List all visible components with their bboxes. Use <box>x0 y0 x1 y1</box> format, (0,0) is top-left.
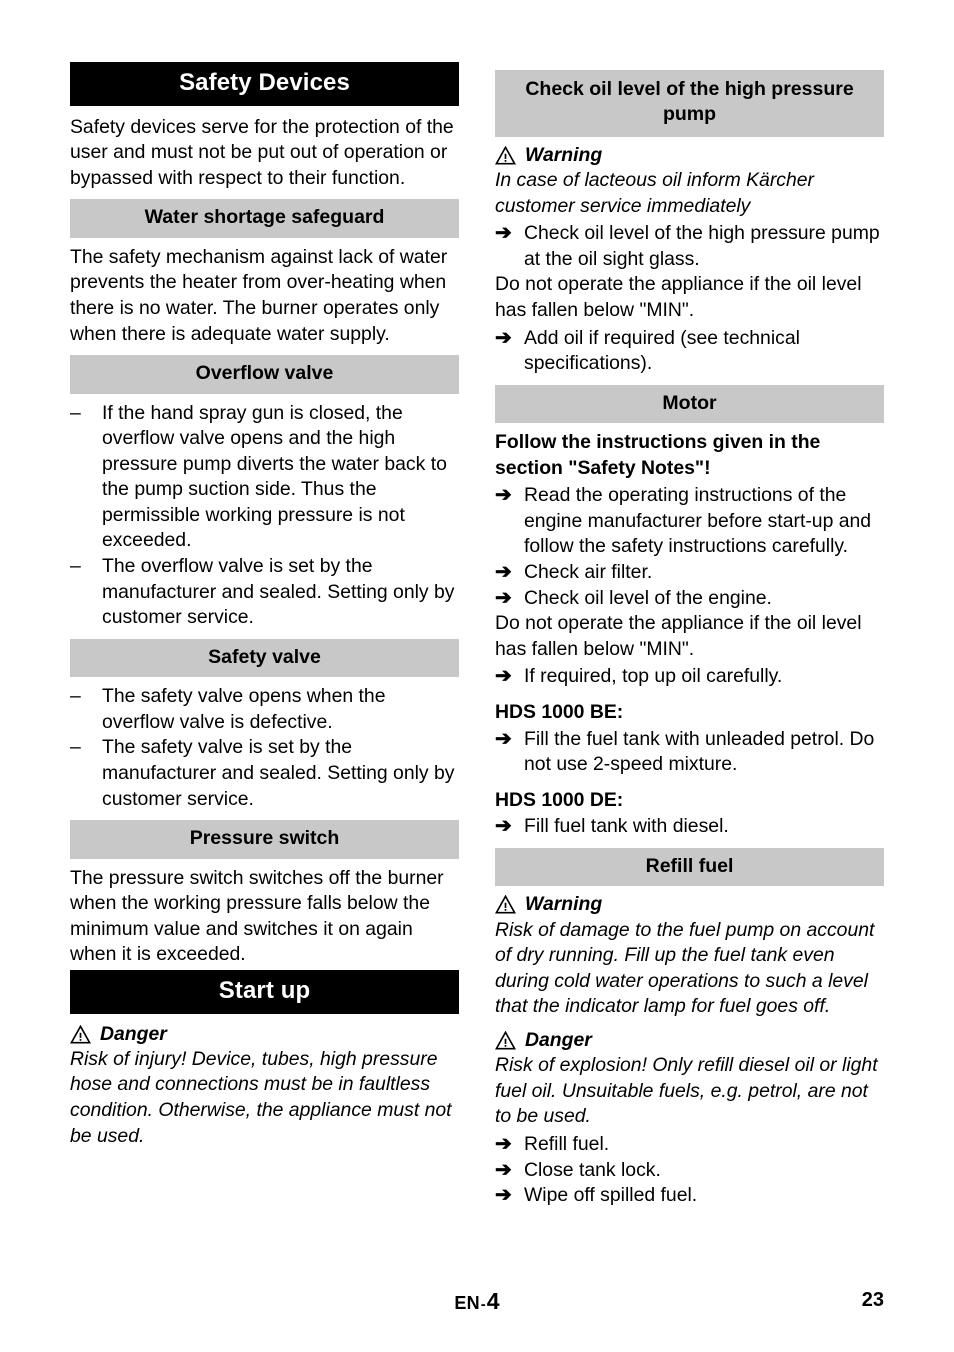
safety-valve-list: – The safety valve opens when the overfl… <box>70 684 459 812</box>
motor-action-list-1: ➔ Read the operating instructions of the… <box>495 483 884 611</box>
refill-danger-admonition-header: Danger <box>495 1029 884 1052</box>
model-be-action-list: ➔ Fill the fuel tank with unleaded petro… <box>495 727 884 778</box>
dash-bullet-icon: – <box>70 736 81 759</box>
list-item: ➔ Fill the fuel tank with unleaded petro… <box>495 727 884 778</box>
list-item-text: Fill fuel tank with diesel. <box>524 815 729 838</box>
list-item-text: Read the operating instructions of the e… <box>524 484 872 558</box>
danger-label: Danger <box>525 1028 592 1051</box>
manual-page: Safety Devices Safety devices serve for … <box>0 0 954 1352</box>
check-oil-action-list-1: ➔ Check oil level of the high pressure p… <box>495 221 884 272</box>
list-item: – The overflow valve is set by the manuf… <box>70 554 459 631</box>
section-heading-safety-devices: Safety Devices <box>70 62 459 106</box>
warning-triangle-icon <box>70 1024 91 1044</box>
subsection-heading-safety-valve: Safety valve <box>70 638 459 678</box>
footer-separator: - <box>480 1296 486 1313</box>
list-item-text: Fill the fuel tank with unleaded petrol.… <box>524 727 875 776</box>
list-item-text: Check air filter. <box>524 561 653 584</box>
motor-bold-intro: Follow the instructions given in the sec… <box>495 431 821 479</box>
warning-label: Warning <box>525 143 603 166</box>
subsection-heading-water-shortage-safeguard: Water shortage safeguard <box>70 199 459 238</box>
list-item: ➔ Check air filter. <box>495 560 884 586</box>
arrow-bullet-icon: ➔ <box>495 815 512 838</box>
left-column: Safety Devices Safety devices serve for … <box>70 62 459 1252</box>
page-footer: EN-4 23 <box>70 1288 884 1318</box>
warning-triangle-icon <box>495 145 516 165</box>
danger-text: Risk of injury! Device, tubes, high pres… <box>70 1047 452 1147</box>
list-item: ➔ If required, top up oil carefully. <box>495 664 884 690</box>
list-item: ➔ Wipe off spilled fuel. <box>495 1183 884 1209</box>
two-column-layout: Safety Devices Safety devices serve for … <box>70 62 884 1252</box>
refill-fuel-action-list: ➔ Refill fuel. ➔ Close tank lock. ➔ Wipe… <box>495 1132 884 1209</box>
model-label-hds-1000-be: HDS 1000 BE: <box>495 701 624 723</box>
refill-danger-text: Risk of explosion! Only refill diesel oi… <box>495 1054 878 1128</box>
arrow-bullet-icon: ➔ <box>495 326 512 349</box>
list-item: – The safety valve is set by the manufac… <box>70 735 459 812</box>
motor-note: Do not operate the appliance if the oil … <box>495 612 862 660</box>
arrow-bullet-icon: ➔ <box>495 1133 512 1156</box>
list-item: ➔ Read the operating instructions of the… <box>495 483 884 560</box>
subsection-heading-pressure-switch: Pressure switch <box>70 820 459 859</box>
arrow-bullet-icon: ➔ <box>495 484 512 507</box>
warning-triangle-icon <box>495 895 516 914</box>
list-item-text: Add oil if required (see technical speci… <box>524 326 800 375</box>
check-oil-action-list-2: ➔ Add oil if required (see technical spe… <box>495 326 884 377</box>
overflow-valve-list: – If the hand spray gun is closed, the o… <box>70 401 459 631</box>
check-oil-note: Do not operate the appliance if the oil … <box>495 273 862 321</box>
refill-warning-admonition-header: Warning <box>495 893 884 916</box>
dash-bullet-icon: – <box>70 685 81 708</box>
list-item: – If the hand spray gun is closed, the o… <box>70 401 459 555</box>
warning-label: Warning <box>525 893 603 916</box>
motor-action-list-2: ➔ If required, top up oil carefully. <box>495 664 884 690</box>
refill-warning-text: Risk of damage to the fuel pump on accou… <box>495 918 875 1018</box>
arrow-bullet-icon: ➔ <box>495 222 512 245</box>
pressure-switch-paragraph: The pressure switch switches off the bur… <box>70 866 444 966</box>
water-shortage-paragraph: The safety mechanism against lack of wat… <box>70 245 448 345</box>
list-item: ➔ Close tank lock. <box>495 1158 884 1184</box>
list-item-text: Check oil level of the engine. <box>524 586 772 609</box>
dash-bullet-icon: – <box>70 555 81 578</box>
model-label-hds-1000-de: HDS 1000 DE: <box>495 788 624 811</box>
safety-devices-intro-paragraph: Safety devices serve for the protection … <box>70 115 454 189</box>
footer-language-code: EN <box>454 1293 480 1313</box>
list-item: ➔ Refill fuel. <box>495 1132 884 1158</box>
footer-section-number: 4 <box>486 1288 500 1314</box>
list-item-text: The overflow valve is set by the manufac… <box>102 555 455 629</box>
page-number: 23 <box>861 1289 884 1311</box>
list-item-text: If the hand spray gun is closed, the ove… <box>102 401 447 552</box>
model-de-action-list: ➔ Fill fuel tank with diesel. <box>495 814 884 840</box>
subsection-heading-overflow-valve: Overflow valve <box>70 355 459 394</box>
arrow-bullet-icon: ➔ <box>495 561 512 584</box>
right-column: Check oil level of the high pressure pum… <box>495 62 884 1252</box>
list-item-text: Close tank lock. <box>524 1158 661 1181</box>
list-item-text: The safety valve is set by the manufactu… <box>102 736 455 810</box>
dash-bullet-icon: – <box>70 401 81 424</box>
list-item-text: The safety valve opens when the overflow… <box>102 685 386 733</box>
list-item: ➔ Check oil level of the high pressure p… <box>495 221 884 272</box>
subsection-heading-motor: Motor <box>495 384 884 424</box>
section-heading-start-up: Start up <box>70 969 459 1014</box>
list-item-text: Refill fuel. <box>524 1133 610 1156</box>
list-item: – The safety valve opens when the overfl… <box>70 684 459 735</box>
list-item: ➔ Check oil level of the engine. <box>495 586 884 612</box>
danger-admonition-header: Danger <box>70 1023 459 1046</box>
warning-admonition-header: Warning <box>495 144 884 167</box>
list-item-text: If required, top up oil carefully. <box>524 665 783 688</box>
warning-text: In case of lacteous oil inform Kärcher c… <box>495 168 815 217</box>
danger-label: Danger <box>100 1022 167 1045</box>
list-item-text: Check oil level of the high pressure pum… <box>524 222 880 270</box>
arrow-bullet-icon: ➔ <box>495 1184 512 1207</box>
list-item-text: Wipe off spilled fuel. <box>524 1184 698 1207</box>
warning-triangle-icon <box>495 1031 516 1050</box>
footer-section-marker: EN-4 <box>70 1288 884 1315</box>
list-item: ➔ Add oil if required (see technical spe… <box>495 326 884 377</box>
arrow-bullet-icon: ➔ <box>495 727 512 750</box>
subsection-heading-check-oil-level: Check oil level of the high pressure pum… <box>495 70 884 137</box>
arrow-bullet-icon: ➔ <box>495 586 512 609</box>
subsection-heading-refill-fuel: Refill fuel <box>495 847 884 887</box>
list-item: ➔ Fill fuel tank with diesel. <box>495 814 884 840</box>
arrow-bullet-icon: ➔ <box>495 1158 512 1181</box>
arrow-bullet-icon: ➔ <box>495 665 512 688</box>
